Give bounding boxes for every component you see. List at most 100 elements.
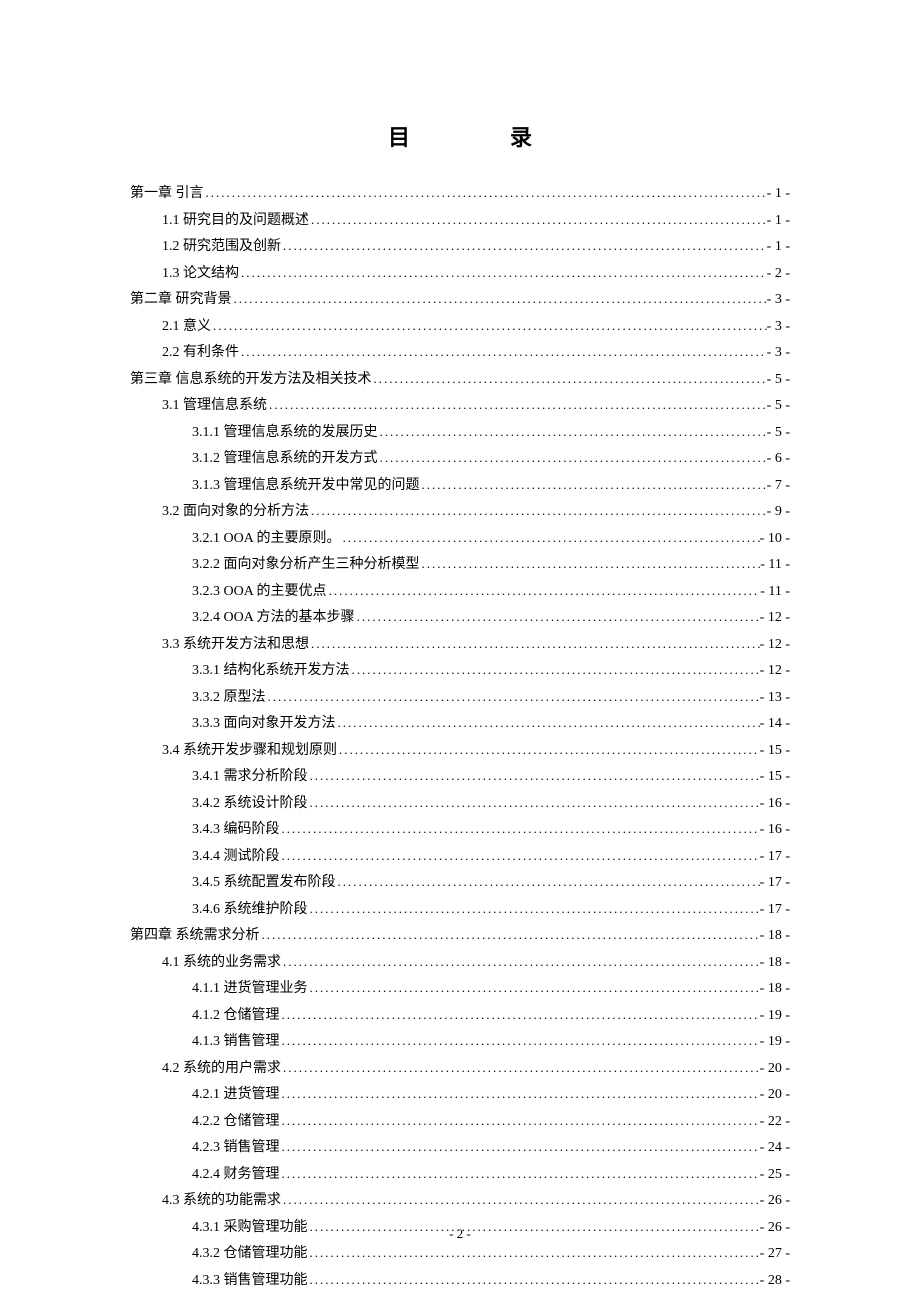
toc-entry-label: 3.3.2 原型法 [192, 685, 266, 711]
toc-leader-dots [281, 233, 767, 259]
toc-entry: 3.3 系统开发方法和思想- 12 - [130, 631, 790, 658]
toc-entry-page: - 11 - [760, 579, 790, 605]
toc-leader-dots [239, 339, 767, 365]
toc-entry: 3.4.1 需求分析阶段 - 15 - [130, 763, 790, 790]
toc-entry-label: 3.1.3 管理信息系统开发中常见的问题 [192, 473, 420, 499]
toc-entry-page: - 5 - [767, 420, 790, 446]
toc-entry-label: 4.1.3 销售管理 [192, 1029, 280, 1055]
toc-leader-dots [308, 896, 760, 922]
toc-leader-dots [309, 498, 767, 524]
toc-entry-label: 4.1.1 进货管理业务 [192, 976, 308, 1002]
toc-entry-label: 第一章 引言 [130, 181, 204, 207]
toc-entry: 3.4.4 测试阶段- 17 - [130, 843, 790, 870]
toc-entry-label: 3.1 管理信息系统 [162, 393, 267, 419]
toc-title: 目录 [130, 120, 790, 152]
toc-entry-page: - 15 - [760, 764, 790, 790]
toc-entry: 第三章 信息系统的开发方法及相关技术- 5 - [130, 366, 790, 393]
toc-leader-dots [280, 1028, 760, 1054]
toc-leader-dots [308, 763, 760, 789]
toc-entry-page: - 13 - [760, 685, 790, 711]
toc-leader-dots [280, 1108, 760, 1134]
toc-entry-page: - 25 - [760, 1162, 790, 1188]
toc-entry: 3.1.2 管理信息系统的开发方式- 6 - [130, 445, 790, 472]
toc-leader-dots [420, 472, 767, 498]
toc-entry-page: - 3 - [767, 340, 790, 366]
toc-entry-label: 4.3.2 仓储管理功能 [192, 1241, 308, 1267]
toc-entry-label: 3.1.1 管理信息系统的发展历史 [192, 420, 378, 446]
toc-entry-page: - 6 - [767, 446, 790, 472]
toc-entry-label: 4.3.3 销售管理功能 [192, 1268, 308, 1294]
toc-leader-dots [336, 869, 760, 895]
toc-entry-page: - 16 - [760, 817, 790, 843]
toc-leader-dots [211, 313, 767, 339]
toc-entry: 4.2.1 进货管理- 20 - [130, 1081, 790, 1108]
toc-leader-dots [232, 286, 767, 312]
toc-entry-page: - 5 - [767, 393, 790, 419]
toc-entry: 1.2 研究范围及创新- 1 - [130, 233, 790, 260]
toc-leader-dots [280, 1002, 760, 1028]
toc-entry: 4.1 系统的业务需求- 18 - [130, 949, 790, 976]
toc-entry: 4.1.2 仓储管理- 19 - [130, 1002, 790, 1029]
toc-leader-dots [337, 737, 760, 763]
toc-entry-label: 3.2 面向对象的分析方法 [162, 499, 309, 525]
toc-entry: 3.3.2 原型法 - 13 - [130, 684, 790, 711]
toc-entry-page: - 17 - [760, 897, 790, 923]
toc-entry-label: 4.1.2 仓储管理 [192, 1003, 280, 1029]
toc-entry: 3.4.2 系统设计阶段 - 16 - [130, 790, 790, 817]
toc-list: 第一章 引言- 1 -1.1 研究目的及问题概述- 1 -1.2 研究范围及创新… [130, 180, 790, 1293]
toc-entry-page: - 18 - [760, 923, 790, 949]
toc-leader-dots [239, 260, 767, 286]
toc-entry-label: 2.1 意义 [162, 314, 211, 340]
toc-entry-label: 1.3 论文结构 [162, 261, 239, 287]
toc-leader-dots [281, 1187, 760, 1213]
toc-entry: 4.2 系统的用户需求- 20 - [130, 1055, 790, 1082]
toc-entry: 1.1 研究目的及问题概述- 1 - [130, 207, 790, 234]
toc-entry-page: - 24 - [760, 1135, 790, 1161]
toc-leader-dots [309, 631, 760, 657]
toc-leader-dots [350, 657, 760, 683]
toc-leader-dots [308, 790, 760, 816]
toc-entry-label: 4.3 系统的功能需求 [162, 1188, 281, 1214]
toc-entry-label: 3.2.3 OOA 的主要优点 [192, 579, 327, 605]
toc-entry-label: 3.2.1 OOA 的主要原则。 [192, 526, 341, 552]
toc-entry: 3.4.6 系统维护阶段- 17 - [130, 896, 790, 923]
toc-entry: 1.3 论文结构- 2 - [130, 260, 790, 287]
toc-entry-label: 3.3 系统开发方法和思想 [162, 632, 309, 658]
toc-leader-dots [308, 1267, 760, 1293]
toc-leader-dots [281, 1055, 760, 1081]
toc-entry-page: - 17 - [760, 844, 790, 870]
toc-entry-label: 第四章 系统需求分析 [130, 923, 260, 949]
document-page: 目录 第一章 引言- 1 -1.1 研究目的及问题概述- 1 -1.2 研究范围… [0, 0, 920, 1302]
toc-entry-label: 4.2.1 进货管理 [192, 1082, 280, 1108]
toc-entry: 3.2.2 面向对象分析产生三种分析模型- 11 - [130, 551, 790, 578]
toc-entry-label: 3.4.1 需求分析阶段 [192, 764, 308, 790]
toc-entry-page: - 16 - [760, 791, 790, 817]
toc-entry: 2.2 有利条件- 3 - [130, 339, 790, 366]
toc-entry: 3.1.1 管理信息系统的发展历史 - 5 - [130, 419, 790, 446]
toc-entry-label: 3.3.3 面向对象开发方法 [192, 711, 336, 737]
toc-leader-dots [280, 1161, 760, 1187]
toc-leader-dots [341, 525, 760, 551]
toc-entry-page: - 9 - [767, 499, 790, 525]
toc-entry: 4.2.4 财务管理- 25 - [130, 1161, 790, 1188]
toc-entry-page: - 10 - [760, 526, 790, 552]
toc-entry-label: 3.2.2 面向对象分析产生三种分析模型 [192, 552, 420, 578]
toc-entry-label: 3.4.2 系统设计阶段 [192, 791, 308, 817]
toc-entry-page: - 7 - [767, 473, 790, 499]
toc-leader-dots [308, 1240, 760, 1266]
toc-entry: 第二章 研究背景- 3 - [130, 286, 790, 313]
toc-leader-dots [267, 392, 767, 418]
toc-entry-label: 4.1 系统的业务需求 [162, 950, 281, 976]
toc-entry: 3.2.1 OOA 的主要原则。 - 10 - [130, 525, 790, 552]
toc-entry-page: - 12 - [760, 658, 790, 684]
toc-entry: 3.2.4 OOA 方法的基本步骤- 12 - [130, 604, 790, 631]
toc-entry: 4.2.3 销售管理- 24 - [130, 1134, 790, 1161]
toc-entry: 3.4.5 系统配置发布阶段- 17 - [130, 869, 790, 896]
toc-entry: 3.2 面向对象的分析方法 - 9 - [130, 498, 790, 525]
toc-leader-dots [280, 1081, 760, 1107]
toc-leader-dots [280, 843, 760, 869]
toc-entry-page: - 3 - [767, 314, 790, 340]
toc-entry-page: - 17 - [760, 870, 790, 896]
toc-leader-dots [260, 922, 760, 948]
toc-entry: 2.1 意义 - 3 - [130, 313, 790, 340]
